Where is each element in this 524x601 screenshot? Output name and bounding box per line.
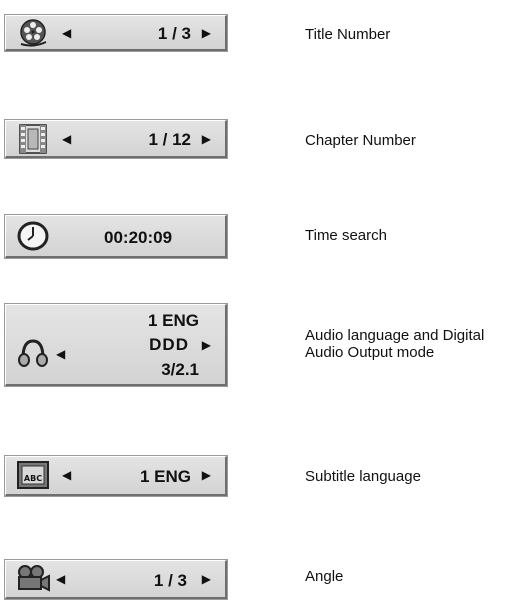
left-arrow-icon[interactable]: ◀ (56, 572, 65, 586)
right-arrow-icon[interactable]: ▶ (202, 26, 211, 40)
audio-label-line-1: Audio language and Digital (305, 327, 485, 344)
title-number-value: 1 / 3 (157, 24, 191, 43)
left-arrow-icon[interactable]: ◀ (56, 347, 65, 361)
time-search-value: 00:20:09 (104, 228, 173, 247)
right-arrow-icon[interactable]: ▶ (202, 468, 211, 482)
film-strip-icon (16, 123, 50, 154)
audio-output-mode-value: DDD (149, 335, 189, 354)
title-number-display: ◀ 1 / 3 ▶ (4, 14, 228, 52)
left-arrow-icon[interactable]: ◀ (62, 132, 71, 146)
headphones-icon (16, 338, 50, 368)
time-search-label: Time search (305, 227, 387, 244)
chapter-number-value: 1 / 12 (148, 130, 191, 149)
subtitle-language-label: Subtitle language (305, 468, 421, 485)
subtitle-language-value: 1 ENG (139, 467, 191, 486)
angle-value: 1 / 3 (153, 571, 187, 590)
right-arrow-icon[interactable]: ▶ (202, 338, 211, 352)
right-arrow-icon[interactable]: ▶ (202, 132, 211, 146)
angle-label: Angle (305, 568, 344, 585)
abc-screen-icon: ABC (16, 460, 50, 491)
svg-text:ABC: ABC (24, 474, 42, 483)
video-camera-icon (16, 564, 50, 594)
chapter-number-label: Chapter Number (305, 132, 416, 149)
left-arrow-icon[interactable]: ◀ (62, 468, 71, 482)
clock-icon (16, 221, 50, 251)
audio-label-line-2: Audio Output mode (305, 344, 435, 361)
right-arrow-icon[interactable]: ▶ (202, 572, 211, 586)
time-search-display: 00:20:09 (4, 214, 228, 259)
left-arrow-icon[interactable]: ◀ (62, 26, 71, 40)
subtitle-language-display: ABC ◀ 1 ENG ▶ (4, 455, 228, 497)
chapter-number-display: ◀ 1 / 12 ▶ (4, 119, 228, 159)
angle-display: ◀ 1 / 3 ▶ (4, 559, 228, 600)
film-reel-icon (16, 18, 50, 48)
audio-language-value: 1 ENG (147, 311, 199, 330)
audio-channel-value: 3/2.1 (161, 360, 199, 379)
audio-language-display: ◀ 1 ENG DDD ▶ 3/2.1 (4, 303, 228, 387)
title-number-label: Title Number (305, 26, 391, 43)
audio-language-label: Audio language and Digital Audio Output … (305, 327, 515, 361)
